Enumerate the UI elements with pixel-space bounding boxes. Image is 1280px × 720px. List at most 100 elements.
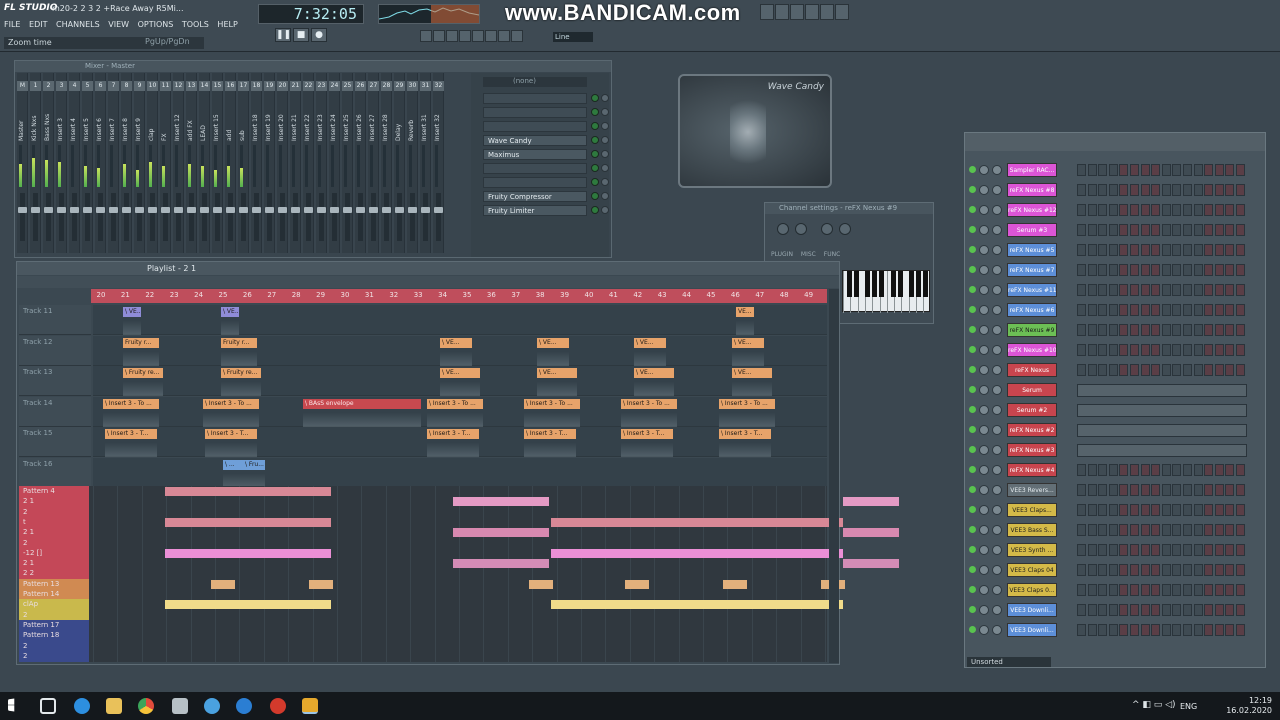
step-button[interactable] (1151, 604, 1161, 616)
step-button[interactable] (1087, 264, 1097, 276)
channel-rack-shortcut-icon[interactable] (790, 4, 804, 20)
step-button[interactable] (1077, 344, 1086, 356)
step-button[interactable] (1130, 324, 1139, 336)
step-button[interactable] (1087, 244, 1097, 256)
step-button[interactable] (1140, 164, 1150, 176)
channel-name-button[interactable]: VEE3 Claps 04 (1007, 563, 1057, 577)
step-button[interactable] (1098, 484, 1108, 496)
mixer-strip[interactable]: 14 LEAD (199, 73, 210, 253)
menu-view[interactable]: VIEW (108, 20, 129, 29)
step-button[interactable] (1130, 464, 1139, 476)
step-button[interactable] (1077, 584, 1086, 596)
app-circle-icon[interactable] (236, 698, 252, 714)
step-button[interactable] (1087, 284, 1097, 296)
channel-volume-knob[interactable] (992, 625, 1002, 635)
playlist-clip[interactable]: \ VE... (634, 337, 666, 348)
step-button[interactable] (1151, 164, 1161, 176)
channel-pan-knob[interactable] (979, 285, 989, 295)
wait-icon[interactable] (446, 30, 458, 42)
step-button[interactable] (1087, 164, 1097, 176)
step-button[interactable] (1119, 524, 1129, 536)
mixer-strip[interactable]: 16 add (225, 73, 236, 253)
fader-handle[interactable] (96, 207, 105, 213)
volume-fader[interactable] (306, 193, 311, 241)
volume-fader[interactable] (423, 193, 428, 241)
step-button[interactable] (1130, 544, 1139, 556)
fader-handle[interactable] (161, 207, 170, 213)
volume-fader[interactable] (254, 193, 259, 241)
step-button[interactable] (1172, 484, 1182, 496)
channel-pan-knob[interactable] (979, 365, 989, 375)
step-button[interactable] (1183, 544, 1192, 556)
step-button[interactable] (1225, 544, 1235, 556)
fx-slot-led[interactable] (591, 150, 599, 158)
channel-name-button[interactable]: reFX Nexus #8 (1007, 183, 1057, 197)
channel-pan-knob[interactable] (979, 585, 989, 595)
step-button[interactable] (1119, 264, 1129, 276)
playlist-clip[interactable]: \ Insert 3 - To ... (524, 398, 580, 409)
step-button[interactable] (1236, 324, 1245, 336)
step-button[interactable] (1151, 244, 1161, 256)
volume-fader[interactable] (384, 193, 389, 241)
step-button[interactable] (1204, 264, 1214, 276)
step-button[interactable] (1098, 624, 1108, 636)
black-key[interactable] (847, 271, 852, 297)
playlist-clip[interactable]: \ VE... (537, 368, 577, 378)
step-button[interactable] (1172, 164, 1182, 176)
step-button[interactable] (1151, 544, 1161, 556)
step-button[interactable] (1225, 344, 1235, 356)
mixer-strip[interactable]: 11 FX (160, 73, 171, 253)
step-button[interactable] (1119, 184, 1129, 196)
fader-handle[interactable] (200, 207, 209, 213)
mixer-strip[interactable]: 29 Delay (394, 73, 405, 253)
step-button[interactable] (1077, 524, 1086, 536)
volume-fader[interactable] (332, 193, 337, 241)
step-button[interactable] (1098, 204, 1108, 216)
step-button[interactable] (1130, 224, 1139, 236)
channel-row[interactable]: reFX Nexus #11 (965, 281, 1265, 300)
telegram-icon[interactable] (204, 698, 220, 714)
channel-mute-led[interactable] (969, 266, 976, 273)
step-button[interactable] (1108, 524, 1118, 536)
step-button[interactable] (1130, 164, 1139, 176)
channel-mute-led[interactable] (969, 526, 976, 533)
mixer-strip[interactable]: 23 Insert 23 (316, 73, 327, 253)
step-button[interactable] (1172, 344, 1182, 356)
fx-slot-led[interactable] (591, 178, 599, 186)
fx-slot[interactable] (483, 177, 587, 188)
step-button[interactable] (1214, 264, 1224, 276)
step-button[interactable] (1225, 204, 1235, 216)
mixer-strip[interactable]: 4 Insert 4 (69, 73, 80, 253)
channel-name-button[interactable]: VEE3 Revers... (1007, 483, 1057, 497)
volume-fader[interactable] (371, 193, 376, 241)
pattern-row-label[interactable]: 2 (19, 650, 89, 662)
channel-mute-led[interactable] (969, 486, 976, 493)
step-button[interactable] (1193, 624, 1203, 636)
playlist-clip[interactable]: \ VE... (123, 307, 141, 317)
step-button[interactable] (1236, 244, 1245, 256)
step-edit-icon[interactable] (498, 30, 510, 42)
step-button[interactable] (1172, 564, 1182, 576)
step-button[interactable] (1204, 244, 1214, 256)
step-button[interactable] (1077, 324, 1086, 336)
step-button[interactable] (1108, 624, 1118, 636)
volume-fader[interactable] (397, 193, 402, 241)
channel-name-button[interactable]: reFX Nexus #7 (1007, 263, 1057, 277)
windows-start-icon[interactable] (8, 698, 15, 712)
step-button[interactable] (1161, 484, 1171, 496)
step-button[interactable] (1098, 304, 1108, 316)
fx-slot-mix-knob[interactable] (601, 192, 609, 200)
channel-pan-knob[interactable] (979, 465, 989, 475)
channel-row[interactable]: reFX Nexus #7 (965, 261, 1265, 280)
volume-fader[interactable] (345, 193, 350, 241)
step-button[interactable] (1140, 264, 1150, 276)
step-button[interactable] (1193, 164, 1203, 176)
step-button[interactable] (1193, 584, 1203, 596)
channel-pan-knob[interactable] (979, 265, 989, 275)
volume-fader[interactable] (46, 193, 51, 241)
channel-volume-knob[interactable] (992, 465, 1002, 475)
step-button[interactable] (1151, 464, 1161, 476)
channel-rack-header[interactable] (965, 133, 1265, 151)
step-button[interactable] (1108, 224, 1118, 236)
channel-row[interactable]: reFX Nexus #4 (965, 461, 1265, 480)
